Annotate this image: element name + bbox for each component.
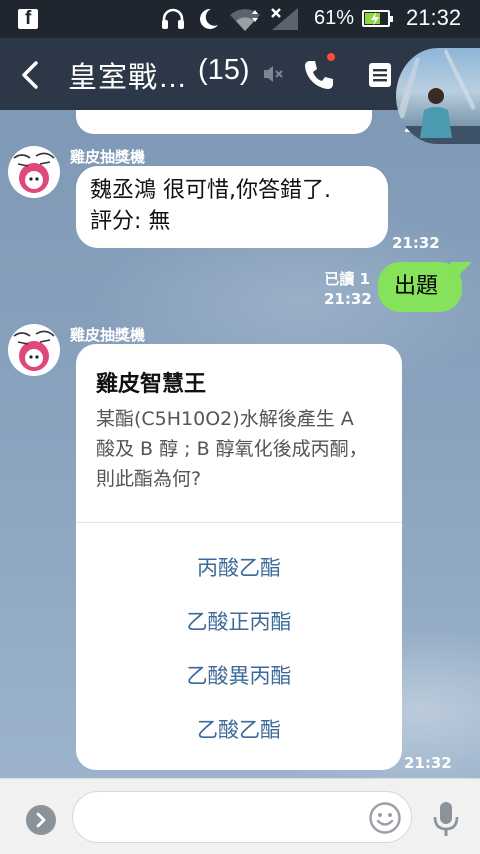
status-time: 21:32 [406,5,462,30]
battery-icon [362,10,393,27]
bot-avatar[interactable] [8,146,60,198]
answer-option[interactable]: 乙酸正丙酯 [76,606,402,636]
expand-button[interactable] [26,805,56,835]
divider [76,522,402,523]
answer-option[interactable]: 丙酸乙酯 [76,552,402,582]
wifi-icon [230,9,260,31]
headset-icon [162,8,184,29]
message-time: 21:32 [324,290,372,308]
answer-option[interactable]: 乙酸乙酯 [76,714,402,744]
moon-icon [200,8,218,29]
message-text: 出題 [394,274,439,299]
mute-icon [264,66,283,82]
read-receipt: 已讀 1 [324,270,370,288]
chat-title[interactable]: 皇室戰… [68,54,188,96]
card-question: 某酯(C5H10O2)水解後產生 A 酸及 B 醇 ; B 醇氧化後成丙酮， 則… [96,404,392,494]
profile-photo[interactable] [396,48,480,144]
menu-icon[interactable] [368,62,392,88]
member-count: (15) [198,54,250,86]
sender-name: 雞皮抽獎機 [70,148,146,166]
phone-icon[interactable] [302,58,336,92]
status-bar: f 61% 21:32 [0,0,480,38]
question-line: 則此酯為何? [96,468,202,490]
question-line: 某酯(C5H10O2)水解後產生 A [96,408,354,430]
emoji-icon[interactable] [368,801,402,835]
card-title: 雞皮智慧王 [96,372,207,397]
message-bubble[interactable]: 魏丞鴻 很可惜,你答錯了. 評分: 無 [76,166,388,248]
answer-option[interactable]: 乙酸異丙酯 [76,660,402,690]
message-input[interactable] [72,791,412,843]
message-text: 魏丞鴻 很可惜,你答錯了. [90,178,331,203]
bubble-tail [450,262,472,278]
no-signal-icon [271,8,298,30]
facebook-icon: f [18,8,38,29]
chevron-right-icon [36,812,46,828]
notification-dot [327,53,335,61]
mic-icon[interactable] [432,801,460,837]
battery-percent: 61% [314,7,355,29]
message-time: 21:32 [404,754,452,772]
chat-area[interactable]: 2 雞皮抽獎機 魏丞鴻 很可惜,你答錯了. 評分: 無 21:32 已讀 1 2… [0,110,480,778]
previous-message-bubble[interactable] [76,110,372,134]
question-line: 酸及 B 醇 ; B 醇氧化後成丙酮， [96,438,368,460]
back-icon[interactable] [14,58,48,92]
quiz-card: 雞皮智慧王 某酯(C5H10O2)水解後產生 A 酸及 B 醇 ; B 醇氧化後… [76,344,402,770]
message-input-bar [0,778,480,854]
message-text: 評分: 無 [90,209,171,234]
message-time: 21:32 [392,234,440,252]
bot-avatar[interactable] [8,324,60,376]
sender-name: 雞皮抽獎機 [70,326,146,344]
